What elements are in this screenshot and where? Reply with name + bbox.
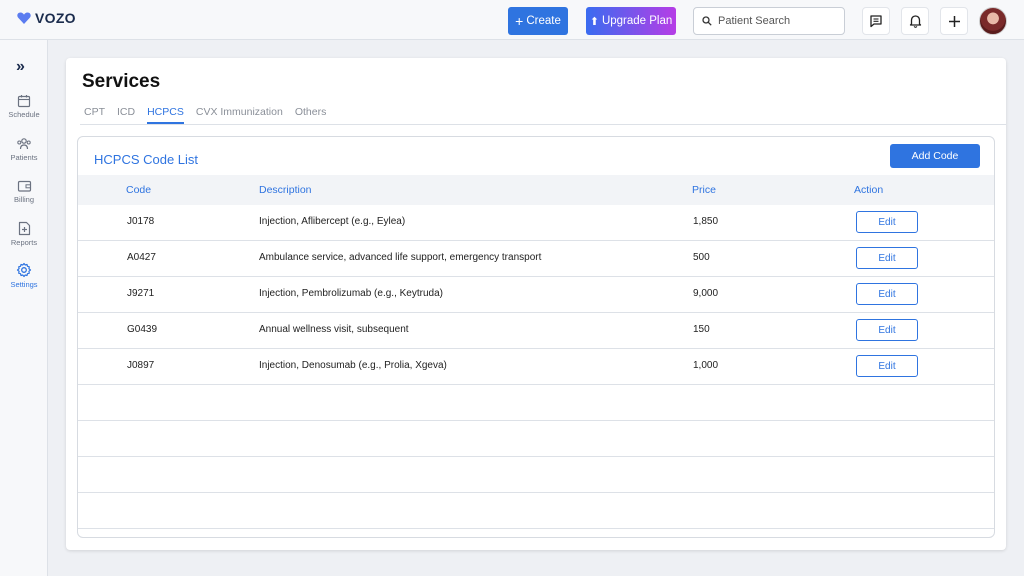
code-cell: G0439 <box>127 324 158 335</box>
empty-table-row <box>78 421 994 457</box>
column-header-code[interactable]: Code <box>126 184 151 196</box>
sidebar-item-schedule[interactable]: Schedule <box>0 94 48 119</box>
app-logo[interactable]: VOZO <box>17 10 76 26</box>
sidebar: » Schedule Patients Billing Reports Sett… <box>0 40 48 576</box>
description-cell: Annual wellness visit, subsequent <box>259 324 409 335</box>
edit-button[interactable]: Edit <box>856 247 918 269</box>
message-icon <box>870 15 882 28</box>
sidebar-item-billing[interactable]: Billing <box>0 179 48 204</box>
price-cell: 500 <box>693 252 710 263</box>
tab-icd[interactable]: ICD <box>117 106 135 124</box>
heart-logo-icon <box>17 12 31 24</box>
code-cell: J0178 <box>127 216 155 227</box>
messages-button[interactable] <box>862 7 890 35</box>
price-cell: 1,850 <box>693 216 719 227</box>
code-cell: A0427 <box>127 252 156 263</box>
column-header-action: Action <box>854 184 884 196</box>
wallet-icon <box>17 180 31 192</box>
code-list-panel: HCPCS Code List Add Code Code Descriptio… <box>77 136 995 538</box>
empty-table-row <box>78 385 994 421</box>
calendar-icon <box>17 95 31 108</box>
description-cell: Injection, Denosumab (e.g., Prolia, Xgev… <box>259 360 447 371</box>
notifications-button[interactable] <box>901 7 929 35</box>
service-tabs: CPT ICD HCPCS CVX Immunization Others <box>84 106 338 124</box>
price-cell: 9,000 <box>693 288 719 299</box>
sidebar-item-patients[interactable]: Patients <box>0 137 48 162</box>
top-bar: VOZO + Create ⬆ Upgrade Plan <box>0 0 1024 40</box>
sidebar-item-label: Schedule <box>8 110 40 119</box>
description-cell: Injection, Aflibercept (e.g., Eylea) <box>259 216 406 227</box>
plus-icon <box>948 15 960 27</box>
sidebar-item-label: Settings <box>10 280 38 289</box>
create-label: Create <box>526 15 561 27</box>
services-card: Services CPT ICD HCPCS CVX Immunization … <box>66 58 1006 550</box>
column-header-price[interactable]: Price <box>692 184 716 196</box>
add-code-button[interactable]: Add Code <box>890 144 980 168</box>
description-cell: Injection, Pembrolizumab (e.g., Keytruda… <box>259 288 443 299</box>
tab-cvx-immunization[interactable]: CVX Immunization <box>196 106 283 124</box>
report-icon <box>18 221 30 236</box>
bell-icon <box>909 15 921 28</box>
price-cell: 150 <box>693 324 710 335</box>
edit-button[interactable]: Edit <box>856 319 918 341</box>
user-avatar[interactable] <box>979 7 1007 35</box>
edit-button[interactable]: Edit <box>856 355 918 377</box>
patient-search-box[interactable] <box>693 7 845 35</box>
page-title: Services <box>82 71 161 92</box>
gear-icon <box>16 262 32 278</box>
edit-button[interactable]: Edit <box>856 283 918 305</box>
edit-button[interactable]: Edit <box>856 211 918 233</box>
empty-table-row <box>78 457 994 493</box>
add-new-button[interactable] <box>940 7 968 35</box>
plus-icon: + <box>515 13 524 29</box>
tab-others[interactable]: Others <box>295 106 327 124</box>
tab-hcpcs[interactable]: HCPCS <box>147 106 184 124</box>
logo-text: VOZO <box>35 10 76 26</box>
upgrade-plan-button[interactable]: ⬆ Upgrade Plan <box>586 7 676 35</box>
table-row: A0427 Ambulance service, advanced life s… <box>78 241 994 277</box>
table-row: G0439 Annual wellness visit, subsequent … <box>78 313 994 349</box>
patient-search-input[interactable] <box>718 15 836 27</box>
search-icon <box>702 16 712 26</box>
column-header-description[interactable]: Description <box>259 184 312 196</box>
tab-cpt[interactable]: CPT <box>84 106 105 124</box>
arrow-up-icon: ⬆ <box>589 15 599 28</box>
table-row: J0897 Injection, Denosumab (e.g., Prolia… <box>78 349 994 385</box>
tabs-divider <box>80 124 1006 125</box>
table-row: J9271 Injection, Pembrolizumab (e.g., Ke… <box>78 277 994 313</box>
sidebar-item-settings[interactable]: Settings <box>0 262 48 289</box>
description-cell: Ambulance service, advanced life support… <box>259 252 542 263</box>
table-row: J0178 Injection, Aflibercept (e.g., Eyle… <box>78 205 994 241</box>
expand-sidebar-icon[interactable]: » <box>16 58 25 76</box>
table-header: Code Description Price Action <box>78 175 994 205</box>
users-icon <box>17 138 31 150</box>
sidebar-item-label: Patients <box>10 153 38 162</box>
price-cell: 1,000 <box>693 360 719 371</box>
create-button[interactable]: + Create <box>508 7 568 35</box>
code-list-title: HCPCS Code List <box>94 152 199 167</box>
sidebar-item-label: Billing <box>13 195 34 204</box>
code-cell: J0897 <box>127 360 155 371</box>
empty-table-row <box>78 493 994 529</box>
sidebar-item-reports[interactable]: Reports <box>0 221 48 247</box>
code-cell: J9271 <box>127 288 155 299</box>
upgrade-label: Upgrade Plan <box>601 15 673 27</box>
sidebar-item-label: Reports <box>10 238 38 247</box>
